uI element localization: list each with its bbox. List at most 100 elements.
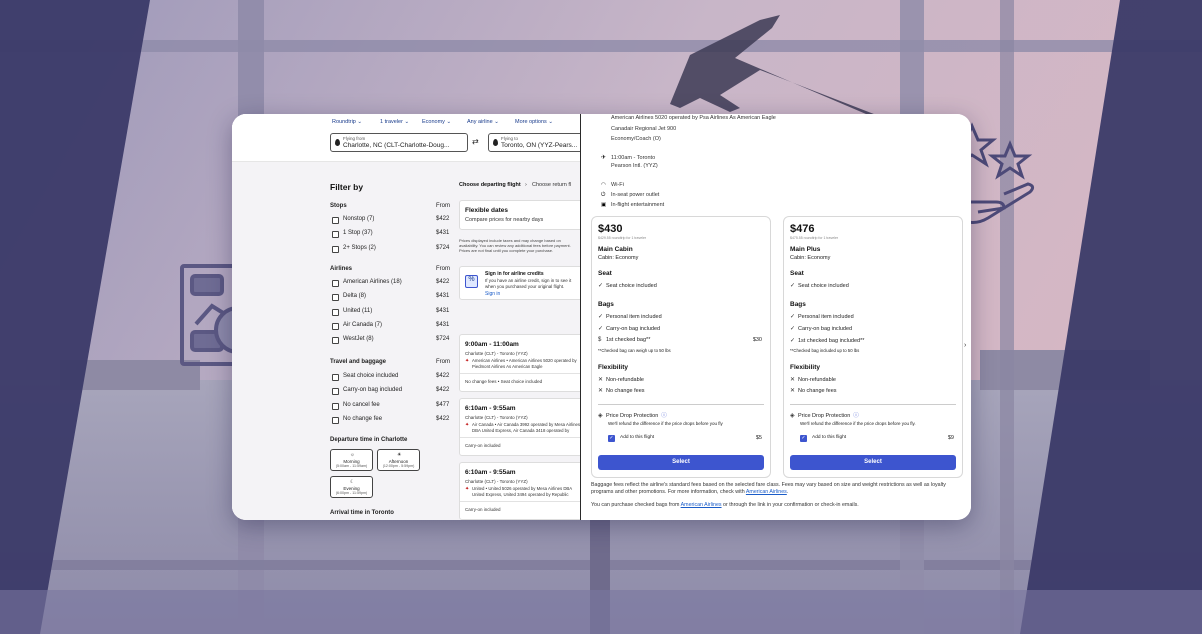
bag-row: ✓ Personal item included [598,313,662,320]
arrival-time: 11:00am - Toronto [611,155,656,161]
add-protection-checkbox[interactable]: ✓ [608,435,615,442]
breadcrumb-active: Choose departing flight [459,182,521,188]
info-icon[interactable]: ⓘ [853,413,859,419]
flex-row: ✕ No change fees [598,387,645,394]
aircraft: Canadair Regional Jet 900 [611,126,677,132]
power-outlet-icon: ⏻ [601,192,606,198]
bag-text: Personal item included [798,314,854,320]
flight-carrier: American Airlines • American Airlines 50… [472,358,577,369]
location-pin-icon [335,139,340,146]
airline-filter-price: $431 [436,307,450,314]
price-drop-text: Price Drop Protection [798,413,851,419]
flexibility-heading: Flexibility [598,364,628,371]
seat-heading: Seat [790,270,804,277]
check-icon: ✓ [790,326,796,332]
select-fare-button[interactable]: Select [598,455,764,470]
add-protection-price: $9 [947,435,954,441]
fare-card: $476 $475.55 roundtrip for 1 traveler Main… [783,216,963,478]
airline-filter-checkbox[interactable] [332,322,339,330]
price-drop-body: We'll refund the difference if the price… [608,421,723,426]
bag-text: Carry-on bag included [606,326,661,332]
baggage-filter-price: $477 [436,401,450,408]
baggage-filter-price: $422 [436,415,450,422]
info-icon[interactable]: ⓘ [661,413,667,419]
select-fare-button[interactable]: Select [790,455,956,470]
origin-field[interactable]: Flying from Charlotte, NC (CLT-Charlotte… [330,133,468,152]
more-options-dropdown[interactable]: More options ⌄ [515,119,553,125]
morning-slot[interactable]: ☼ Morning (5:00am - 11:59am) [330,449,373,471]
baggage-filter-checkbox[interactable] [332,416,339,424]
seat-heading: Seat [598,270,612,277]
add-protection-label: Add to this flight [620,435,655,440]
stop-filter-label: 2+ Stops (2) [343,244,376,251]
american-airlines-link-2[interactable]: American Airlines [681,502,722,508]
evening-slot[interactable]: ☾ Evening (6:00pm - 11:59pm) [330,476,373,498]
bags-heading: Bags [790,301,806,308]
swap-icon[interactable]: ⇄ [472,137,479,146]
baggage-filter-label: No cancel fee [343,401,380,408]
add-protection-price: $5 [755,435,762,441]
fare-card: $430 $429.55 roundtrip for 1 traveler Main… [591,216,771,478]
stop-filter-price: $422 [436,216,450,222]
airline-logo-icon: ✦ [465,486,470,492]
check-icon: ✓ [598,314,604,320]
flexible-dates-card[interactable]: Flexible dates Compare prices for nearby… [459,200,584,230]
close-icon: ✕ [598,388,604,394]
wifi-icon: ◠ [601,182,606,188]
cabin-dropdown[interactable]: Economy ⌄ [422,119,451,125]
airline-filter-checkbox[interactable] [332,337,339,345]
stops-from-label: From [436,203,450,209]
fare-per-person: $475.55 roundtrip for 1 traveler [790,236,839,240]
add-protection-checkbox[interactable]: ✓ [800,435,807,442]
flex-text: Non-refundable [798,377,836,383]
seat-text: Seat choice included [606,283,657,289]
flight-result-card[interactable]: 9:00am - 11:00am Charlotte (CLT) - Toront… [459,334,584,392]
airline-logo-icon: ✦ [465,358,470,364]
airline-filter-checkbox[interactable] [332,294,339,302]
results-column: Choose departing flight › Choose return … [452,162,584,520]
airline-filter-checkbox[interactable] [332,308,339,316]
next-fare-chevron-icon[interactable]: › [964,342,966,349]
flight-carrier: Air Canada • Air Canada 3992 operated by… [472,422,581,433]
flex-text: No change fees [798,388,837,394]
american-airlines-link[interactable]: American Airlines [746,489,787,495]
baggage-filter-checkbox[interactable] [332,388,339,396]
operated-by: American Airlines 5020 operated by Psa A… [611,115,776,121]
airline-dropdown[interactable]: Any airline ⌄ [467,119,499,125]
afternoon-slot[interactable]: ☀ Afternoon (12:00pm - 5:59pm) [377,449,420,471]
fare-price: $476 [790,223,815,235]
sign-in-link[interactable]: Sign in [485,291,500,297]
flight-result-card[interactable]: 6:10am - 9:55am Charlotte (CLT) - Toronto… [459,398,584,456]
airline-filter-price: $422 [436,279,450,285]
fare-cabin: Cabin: Economy [790,255,831,261]
flight-footer: Carry-on included [465,507,501,512]
close-icon: ✕ [790,388,796,394]
flex-text: No change fees [606,388,645,394]
airline-filter-checkbox[interactable] [332,280,339,287]
stop-filter-checkbox[interactable] [332,245,339,253]
price-drop-body: We'll refund the difference if the price… [800,421,916,426]
baggage-filter-checkbox[interactable] [332,402,339,410]
fare-divider [790,404,956,405]
flight-details-pane: American Airlines 5020 operated by Psa A… [581,114,971,520]
price-drop-title: ◈ Price Drop Protection ⓘ [790,411,859,419]
baggage-filter-checkbox[interactable] [332,374,339,381]
travelers-dropdown[interactable]: 1 traveler ⌄ [380,119,409,125]
bag-row: ✓ 1st checked bag included** [790,337,864,344]
destination-field[interactable]: Flying to Toronto, ON (YYZ-Pears... [488,133,588,152]
flexibility-heading: Flexibility [790,364,820,371]
baggage-footnote: Baggage fees reflect the airline's stand… [591,482,946,495]
card-divider [460,501,583,502]
fare-name: Main Cabin [598,246,633,253]
entertainment-icon: ▣ [601,202,607,208]
trip-type-dropdown[interactable]: Roundtrip ⌄ [332,119,362,125]
flight-footer: No change fees • Seat choice included [465,379,543,384]
moon-icon: ☾ [350,479,355,485]
check-icon: ✓ [790,283,796,289]
flight-result-card[interactable]: 6:10am - 9:55am Charlotte (CLT) - Toronto… [459,462,584,520]
stop-filter-price: $431 [436,230,450,237]
baggage-heading: Travel and baggage [330,359,387,365]
stop-filter-checkbox[interactable] [332,231,339,239]
bag-text: 1st checked bag included** [798,338,865,344]
stop-filter-checkbox[interactable] [332,217,339,224]
